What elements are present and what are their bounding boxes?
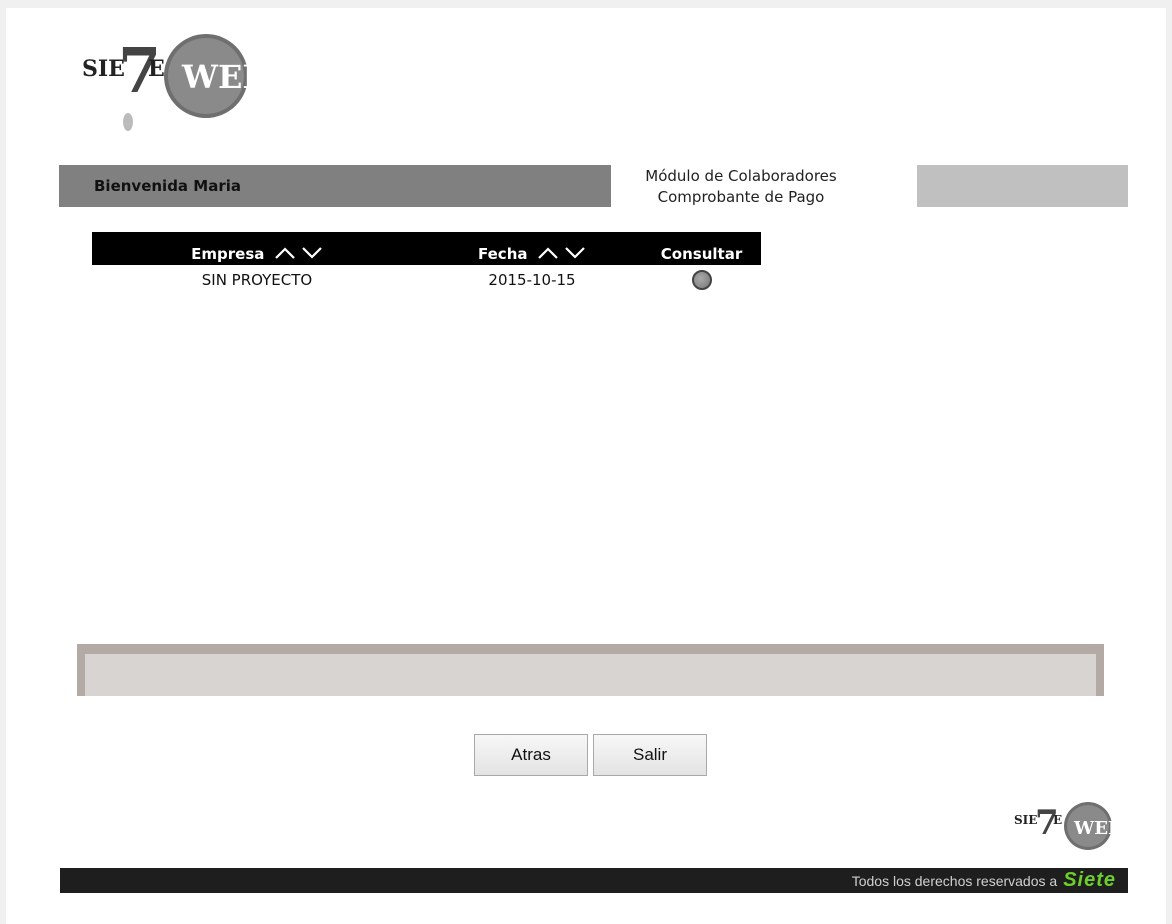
consultar-radio-icon[interactable] xyxy=(691,270,712,290)
header-right-bar xyxy=(917,165,1128,207)
exit-button[interactable]: Salir xyxy=(593,734,707,776)
cell-empresa: SIN PROYECTO xyxy=(201,271,313,289)
sort-desc-icon[interactable] xyxy=(301,246,323,260)
module-subtitle: Comprobante de Pago xyxy=(657,188,825,206)
siete-web-logo: WEB SIE 7 E xyxy=(82,34,260,131)
footer-text: Todos los derechos reservados a xyxy=(851,872,1058,889)
welcome-text: Bienvenida Maria xyxy=(94,177,241,195)
sort-asc-icon[interactable] xyxy=(537,246,559,260)
siete-web-small-logo: WEB SIE 7 E xyxy=(1014,802,1120,850)
page: WEB SIE 7 E Bienvenida Maria Módulo de C… xyxy=(6,8,1166,924)
module-title: Módulo de Colaboradores Comprobante de P… xyxy=(611,166,871,208)
table-row: SIN PROYECTO 2015-10-15 xyxy=(92,265,761,295)
small-logo-e-text: E xyxy=(1053,813,1062,827)
sort-desc-icon[interactable] xyxy=(564,246,586,260)
column-consultar: Consultar xyxy=(642,232,761,265)
welcome-bar: Bienvenida Maria xyxy=(59,165,611,207)
sort-asc-icon[interactable] xyxy=(274,246,296,260)
message-box xyxy=(77,644,1104,696)
back-button[interactable]: Atras xyxy=(474,734,588,776)
column-empresa: Empresa xyxy=(92,232,422,265)
footer: Todos los derechos reservados a Siete xyxy=(60,868,1128,893)
cell-fecha: 2015-10-15 xyxy=(488,271,576,289)
logo-web-text: WEB xyxy=(181,58,260,96)
column-fecha-label: Fecha xyxy=(478,245,528,263)
column-empresa-label: Empresa xyxy=(191,245,265,263)
cell-consultar xyxy=(642,265,761,295)
payment-table: Empresa Fecha Consultar SIN PROYECTO 201… xyxy=(92,232,761,295)
small-logo-sie-text: SIE xyxy=(1014,813,1037,827)
table-header-row: Empresa Fecha Consultar xyxy=(92,232,761,265)
small-logo-web-text: WEB xyxy=(1073,818,1120,839)
logo-e-text: E xyxy=(148,56,165,82)
footer-brand-logo[interactable]: Siete xyxy=(1063,869,1116,892)
column-fecha: Fecha xyxy=(422,232,642,265)
module-name: Módulo de Colaboradores xyxy=(645,167,837,185)
